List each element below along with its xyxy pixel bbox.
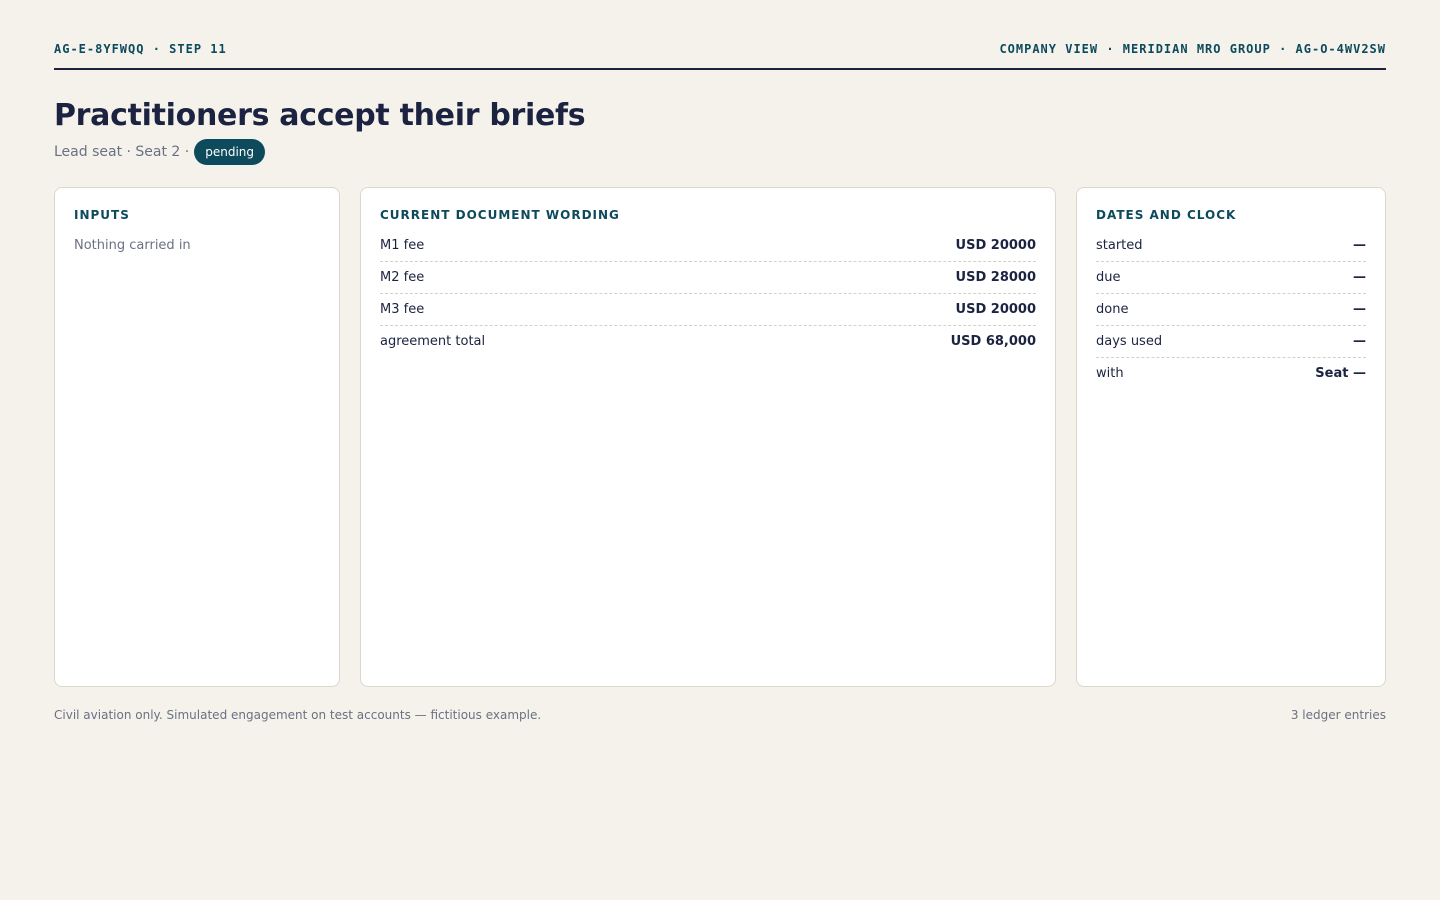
row-label: M3 fee (380, 302, 425, 317)
date-row-done: done — (1096, 301, 1366, 326)
row-label: started (1096, 238, 1143, 253)
document-wording-panel: CURRENT DOCUMENT WORDING M1 fee USD 2000… (360, 187, 1056, 687)
fee-row-m2: M2 fee USD 28000 (380, 269, 1036, 294)
row-value: — (1353, 334, 1366, 349)
fee-row-m1: M1 fee USD 20000 (380, 237, 1036, 262)
top-bar: AG-E-8YFWQQ · STEP 11 COMPANY VIEW · MER… (54, 40, 1386, 70)
row-label: days used (1096, 334, 1163, 349)
inputs-panel-title: INPUTS (74, 208, 130, 222)
date-row-with: with Seat — (1096, 365, 1366, 389)
row-label: done (1096, 302, 1129, 317)
footer: Civil aviation only. Simulated engagemen… (54, 706, 1386, 724)
page: AG-E-8YFWQQ · STEP 11 COMPANY VIEW · MER… (0, 0, 1440, 900)
row-label: agreement total (380, 334, 486, 349)
document-rows: M1 fee USD 20000 M2 fee USD 28000 M3 fee… (380, 237, 1036, 357)
page-subtitle: Lead seat · Seat 2 · pending (54, 139, 266, 165)
seat-info: Lead seat · Seat 2 · (54, 144, 190, 160)
page-title: Practitioners accept their briefs (54, 98, 586, 133)
date-row-due: due — (1096, 269, 1366, 294)
row-value: — (1353, 238, 1366, 253)
fee-row-m3: M3 fee USD 20000 (380, 301, 1036, 326)
dates-rows: started — due — done — days used — with … (1096, 237, 1366, 389)
row-value: Seat — (1315, 366, 1366, 381)
row-value: USD 28000 (955, 270, 1036, 285)
engagement-step-id: AG-E-8YFWQQ · STEP 11 (54, 42, 227, 56)
date-row-started: started — (1096, 237, 1366, 262)
row-label: due (1096, 270, 1121, 285)
document-panel-title: CURRENT DOCUMENT WORDING (380, 208, 620, 222)
inputs-empty-note: Nothing carried in (74, 238, 191, 253)
dates-panel-title: DATES AND CLOCK (1096, 208, 1237, 222)
footer-disclaimer: Civil aviation only. Simulated engagemen… (54, 708, 542, 722)
row-label: M2 fee (380, 270, 425, 285)
status-badge: pending (194, 139, 266, 165)
row-value: — (1353, 270, 1366, 285)
dates-clock-panel: DATES AND CLOCK started — due — done — d… (1076, 187, 1386, 687)
date-row-days-used: days used — (1096, 333, 1366, 358)
company-view-id: COMPANY VIEW · MERIDIAN MRO GROUP · AG-O… (999, 42, 1386, 56)
inputs-panel: INPUTS Nothing carried in (54, 187, 340, 687)
row-value: USD 68,000 (950, 334, 1036, 349)
row-value: USD 20000 (955, 238, 1036, 253)
row-value: — (1353, 302, 1366, 317)
row-label: with (1096, 366, 1124, 381)
agreement-total-row: agreement total USD 68,000 (380, 333, 1036, 357)
row-label: M1 fee (380, 238, 425, 253)
ledger-entry-count: 3 ledger entries (1290, 708, 1386, 722)
row-value: USD 20000 (955, 302, 1036, 317)
